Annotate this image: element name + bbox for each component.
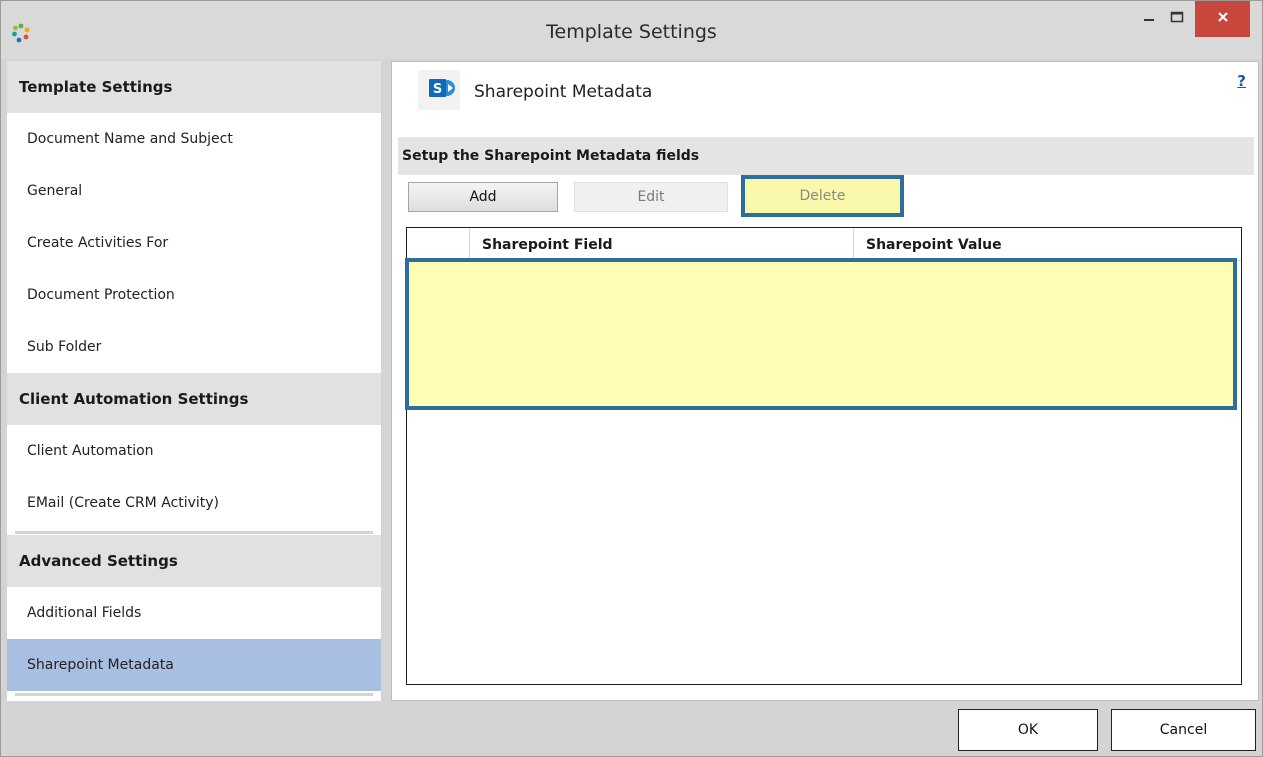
- ok-button[interactable]: OK: [958, 709, 1098, 751]
- column-header-sharepoint-value[interactable]: Sharepoint Value: [853, 228, 1241, 261]
- delete-button[interactable]: Delete: [741, 175, 904, 217]
- sidebar-group-header: Advanced Settings: [7, 535, 381, 587]
- sidebar-divider: [7, 529, 381, 535]
- title-bar[interactable]: Template Settings: [1, 1, 1262, 59]
- sidebar-divider: [7, 691, 381, 697]
- sharepoint-metadata-panel: S Sharepoint Metadata ? Setup the Sharep…: [391, 61, 1259, 701]
- template-settings-window: Template Settings Template Settings Docu…: [0, 0, 1263, 757]
- sidebar-item-general[interactable]: General: [7, 165, 381, 217]
- close-icon: [1216, 10, 1230, 28]
- metadata-grid[interactable]: Sharepoint Field Sharepoint Value: [405, 227, 1242, 685]
- sidebar-item-document-name-and-subject[interactable]: Document Name and Subject: [7, 113, 381, 165]
- settings-sidebar: Template Settings Document Name and Subj…: [7, 61, 381, 701]
- edit-button[interactable]: Edit: [574, 182, 728, 212]
- sidebar-item-client-automation[interactable]: Client Automation: [7, 425, 381, 477]
- grid-header: Sharepoint Field Sharepoint Value: [407, 228, 1241, 261]
- help-link[interactable]: ?: [1237, 72, 1246, 90]
- grid-rows-highlight[interactable]: [405, 258, 1237, 410]
- cancel-button[interactable]: Cancel: [1111, 709, 1256, 751]
- maximize-button[interactable]: [1164, 1, 1190, 37]
- section-label: Setup the Sharepoint Metadata fields: [398, 137, 1254, 175]
- sidebar-item-create-activities-for[interactable]: Create Activities For: [7, 217, 381, 269]
- panel-title: Sharepoint Metadata: [474, 82, 653, 102]
- minimize-icon: [1142, 10, 1156, 28]
- sidebar-item-additional-fields[interactable]: Additional Fields: [7, 587, 381, 639]
- close-button[interactable]: [1195, 1, 1250, 37]
- column-header-sharepoint-field[interactable]: Sharepoint Field: [469, 228, 853, 261]
- row-selector-header[interactable]: [407, 228, 469, 261]
- add-button[interactable]: Add: [408, 182, 558, 212]
- sidebar-item-document-protection[interactable]: Document Protection: [7, 269, 381, 321]
- sidebar-item-email-create-crm-activity[interactable]: EMail (Create CRM Activity): [7, 477, 381, 529]
- minimize-button[interactable]: [1136, 1, 1162, 37]
- panel-splitter[interactable]: [383, 61, 391, 701]
- maximize-icon: [1170, 10, 1184, 28]
- sidebar-item-sub-folder[interactable]: Sub Folder: [7, 321, 381, 373]
- window-title: Template Settings: [546, 21, 717, 43]
- sidebar-group-header: Template Settings: [7, 61, 381, 113]
- svg-text:S: S: [433, 82, 442, 97]
- sidebar-group-header: Client Automation Settings: [7, 373, 381, 425]
- sharepoint-logo-icon: S: [418, 70, 460, 110]
- sidebar-item-sharepoint-metadata[interactable]: Sharepoint Metadata: [7, 639, 381, 691]
